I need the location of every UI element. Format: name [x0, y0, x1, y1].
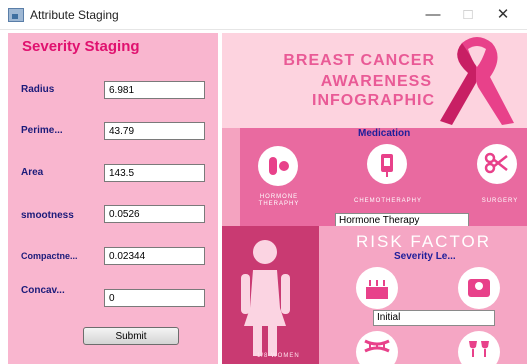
hormone-therapy-circle — [258, 146, 298, 186]
age-risk-circle — [356, 267, 398, 309]
radius-label: Radius — [21, 84, 55, 95]
perimeter-input[interactable] — [104, 122, 205, 140]
app-icon — [8, 7, 24, 22]
banner-line-1: BREAST CANCER — [283, 52, 435, 69]
risk-factor-title: RISK FACTOR — [356, 232, 492, 251]
area-input[interactable] — [104, 164, 205, 182]
window-title: Attribute Staging — [30, 7, 119, 22]
compactness-input[interactable] — [104, 247, 205, 265]
submit-button[interactable]: Submit — [83, 327, 179, 345]
form-title: Severity Staging — [22, 38, 140, 55]
form-panel: Severity Staging Radius Perime... Area s… — [8, 33, 218, 364]
pill-icon — [269, 157, 289, 175]
compactness-label: Compactne... — [21, 251, 78, 261]
surgery-circle — [477, 144, 517, 184]
perimeter-label: Perime... — [21, 125, 63, 136]
maximize-button[interactable]: □ — [453, 4, 483, 26]
woman-panel — [222, 226, 319, 364]
concavity-label: Concav... — [21, 285, 65, 296]
smoothness-input[interactable] — [104, 205, 205, 223]
concavity-input[interactable] — [104, 289, 205, 307]
weight-risk-circle — [458, 267, 500, 309]
severity-result-field[interactable]: Initial — [373, 310, 495, 326]
medication-strip-edge — [222, 128, 240, 226]
women-ratio-caption: 1/8 WOMEN — [257, 353, 300, 359]
radius-input[interactable] — [104, 81, 205, 99]
chemotherapy-caption: CHEMOTHERAPHY — [353, 198, 422, 204]
cake-icon — [366, 280, 388, 299]
close-button[interactable]: ✕ — [488, 4, 518, 26]
banner-line-2: AWARENESS — [320, 73, 432, 90]
area-label: Area — [21, 167, 44, 178]
banner: BREAST CANCER AWARENESS INFOGRAPHIC — [222, 33, 527, 128]
dna-icon — [364, 339, 390, 353]
woman-icon — [241, 240, 290, 356]
hormone-therapy-caption: HORMONE THERAPHY — [258, 194, 300, 207]
infographic-panel: BREAST CANCER AWARENESS INFOGRAPHIC Medi… — [222, 33, 527, 364]
severity-level-title: Severity Le... — [394, 251, 456, 262]
alcohol-risk-circle — [458, 331, 500, 364]
banner-line-3: INFOGRAPHIC — [312, 92, 435, 109]
medication-title: Medication — [358, 128, 411, 139]
iv-bag-icon — [381, 154, 393, 177]
wine-glasses-icon — [469, 341, 489, 357]
scale-icon — [468, 279, 490, 297]
chemotherapy-circle — [367, 144, 407, 184]
surgery-caption: SURGERY — [481, 198, 519, 204]
smoothness-label: smootness — [21, 210, 74, 221]
genetics-risk-circle — [356, 331, 398, 364]
awareness-ribbon-icon — [440, 37, 514, 125]
scissors-icon — [484, 152, 508, 174]
title-bar: Attribute Staging — □ ✕ — [0, 0, 527, 30]
minimize-button[interactable]: — — [418, 4, 448, 26]
